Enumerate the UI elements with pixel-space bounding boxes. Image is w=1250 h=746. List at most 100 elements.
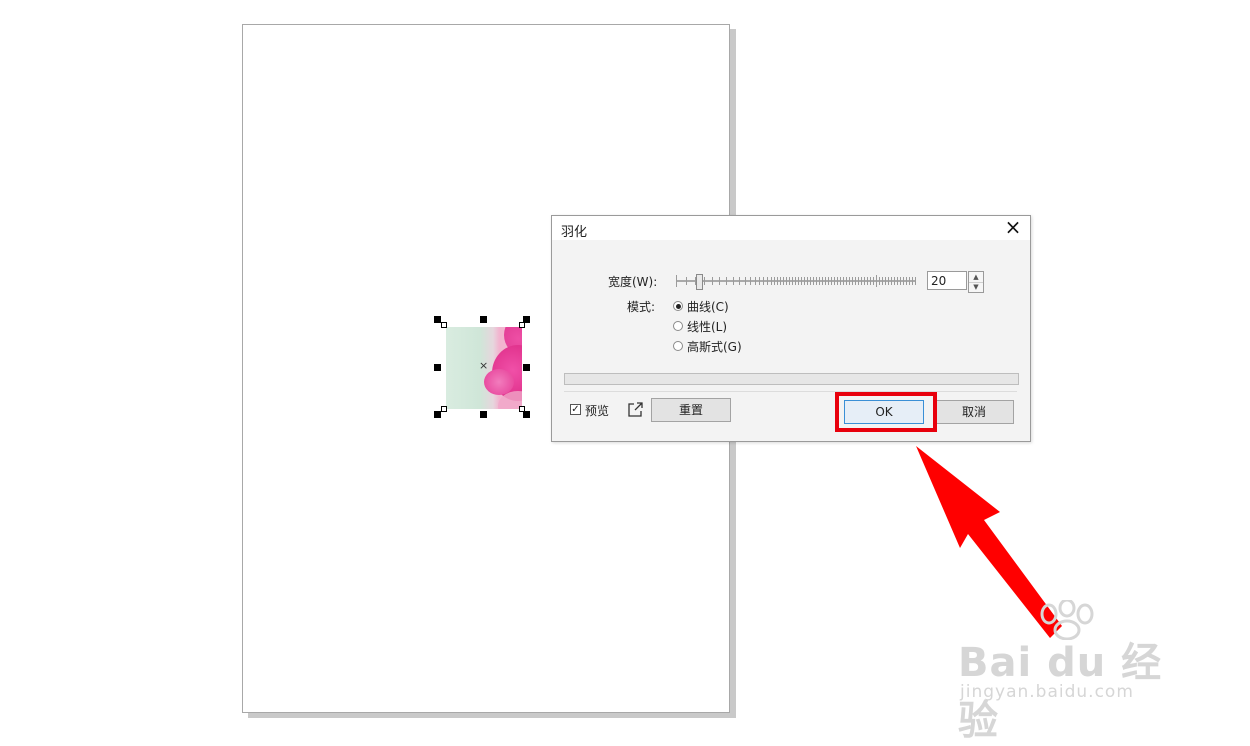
slider-tick (732, 277, 734, 285)
slider-tick (837, 277, 839, 285)
radio-gaussian[interactable] (673, 341, 683, 351)
width-spinner[interactable]: ▲ ▼ (968, 271, 984, 293)
slider-tick (867, 277, 869, 285)
rotation-handle[interactable] (519, 322, 525, 328)
resize-handle[interactable] (434, 364, 441, 371)
width-slider[interactable] (676, 272, 918, 290)
flower-petal (484, 369, 514, 395)
slider-tick (879, 277, 881, 285)
slider-tick (686, 277, 687, 285)
slider-tick (861, 277, 863, 285)
slider-tick (897, 277, 899, 285)
slider-tick (763, 277, 765, 285)
slider-tick (795, 277, 797, 285)
divider (564, 391, 1017, 392)
slider-thumb[interactable] (696, 274, 703, 290)
slider-tick (825, 277, 827, 285)
slider-tick (915, 277, 917, 285)
selection-center-icon[interactable]: × (479, 360, 488, 371)
watermark-url: jingyan.baidu.com (960, 682, 1134, 702)
slider-tick (703, 277, 705, 285)
slider-tick (754, 277, 756, 285)
feather-dialog: 羽化 × 宽度(W): 20 ▲ ▼ 模式: 曲线(C) 线性(L) 高斯式(G… (551, 215, 1031, 442)
slider-tick (774, 277, 776, 285)
slider-tick (819, 277, 821, 285)
mode-label: 模式: (627, 300, 656, 314)
slider-tick (807, 277, 809, 285)
slider-tick (888, 277, 890, 285)
resize-handle[interactable] (480, 411, 487, 418)
popout-icon[interactable] (626, 401, 644, 419)
slider-tick (777, 277, 779, 285)
slider-tick (903, 277, 905, 285)
rotation-handle[interactable] (441, 406, 447, 412)
slider-tick (719, 277, 721, 285)
slider-tick (767, 277, 769, 285)
radio-linear[interactable] (673, 321, 683, 331)
slider-tick (816, 277, 818, 285)
slider-tick (858, 277, 860, 285)
rotation-handle[interactable] (519, 406, 525, 412)
slider-tick (852, 277, 854, 285)
slider-tick (738, 277, 740, 285)
slider-tick (828, 277, 830, 285)
slider-tick (891, 277, 893, 285)
close-icon[interactable]: × (1002, 216, 1024, 238)
slider-tick (909, 277, 911, 285)
resize-handle[interactable] (434, 316, 441, 323)
slider-tick (792, 277, 794, 285)
slider-tick (882, 277, 884, 285)
slider-tick (846, 277, 848, 285)
slider-tick (789, 277, 791, 285)
slider-tick (810, 277, 812, 285)
slider-tick (831, 277, 833, 285)
dialog-title: 羽化 (561, 225, 588, 240)
slider-tick (873, 277, 875, 285)
radio-label-gaussian[interactable]: 高斯式(G) (687, 338, 742, 355)
slider-tick (676, 275, 677, 287)
slider-tick (834, 277, 836, 285)
resize-handle[interactable] (523, 364, 530, 371)
slider-tick (900, 277, 902, 285)
dialog-titlebar[interactable]: 羽化 × (552, 216, 1030, 240)
slider-tick (864, 277, 866, 285)
rotation-handle[interactable] (441, 322, 447, 328)
slider-tick (801, 277, 803, 285)
preview-label[interactable]: 预览 (585, 402, 609, 419)
slider-tick (894, 277, 896, 285)
progress-bar (564, 373, 1019, 385)
resize-handle[interactable] (523, 411, 530, 418)
slider-tick (855, 277, 857, 285)
cancel-button[interactable]: 取消 (934, 400, 1014, 424)
slider-tick (783, 277, 785, 285)
spin-down-icon[interactable]: ▼ (969, 282, 983, 292)
slider-tick (840, 277, 842, 285)
slider-tick (885, 277, 887, 285)
slider-tick (876, 275, 878, 287)
width-input[interactable]: 20 (927, 271, 967, 290)
radio-curve[interactable] (673, 301, 683, 311)
slider-tick (726, 277, 728, 285)
resize-handle[interactable] (434, 411, 441, 418)
slider-tick (813, 277, 815, 285)
resize-handle[interactable] (480, 316, 487, 323)
radio-label-curve[interactable]: 曲线(C) (687, 298, 729, 315)
slider-tick (759, 277, 761, 285)
preview-checkbox[interactable]: ✓ (570, 404, 581, 415)
reset-button[interactable]: 重置 (651, 398, 731, 422)
slider-tick (912, 277, 914, 285)
slider-tick (870, 277, 872, 285)
slider-tick (822, 277, 824, 285)
radio-label-linear[interactable]: 线性(L) (687, 318, 727, 335)
slider-tick (744, 277, 746, 285)
slider-tick (786, 277, 788, 285)
slider-tick (780, 277, 782, 285)
slider-tick (798, 277, 800, 285)
slider-tick (711, 277, 713, 285)
slider-tick (804, 277, 806, 285)
slider-tick (849, 277, 851, 285)
ok-highlight-box (835, 392, 937, 432)
slider-tick (770, 277, 772, 285)
slider-tick (749, 277, 751, 285)
slider-tick (906, 277, 908, 285)
